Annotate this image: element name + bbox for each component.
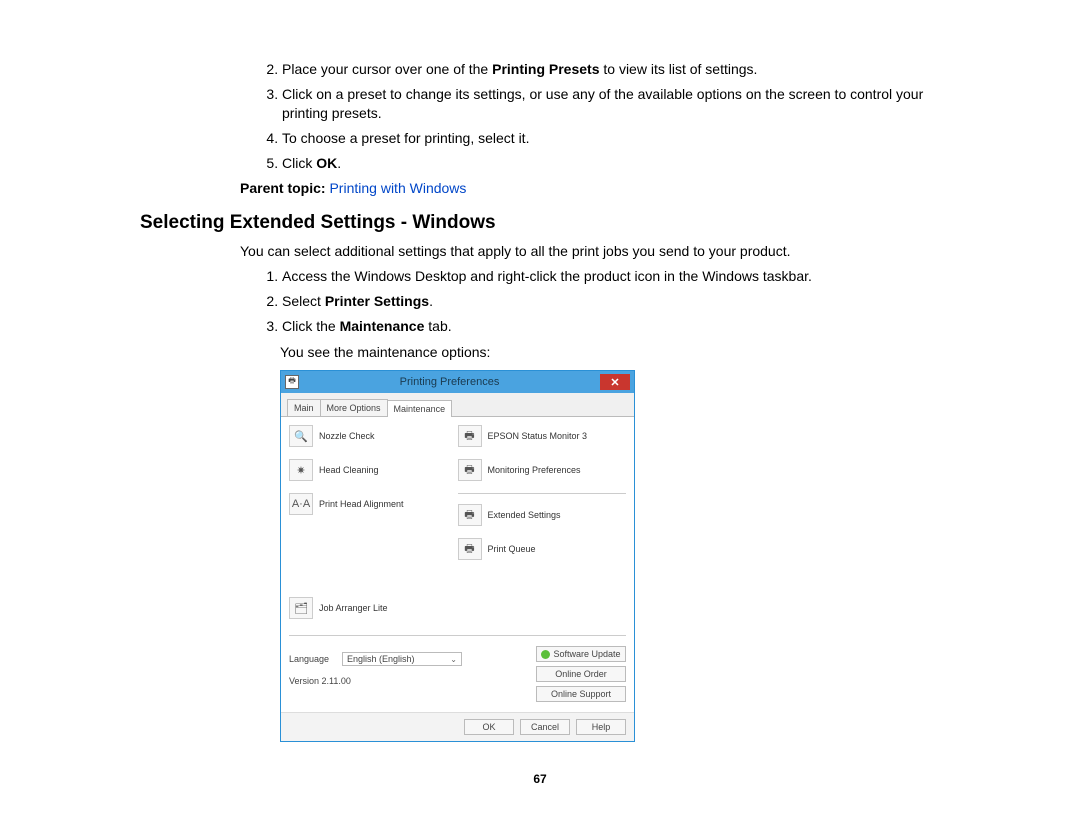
printer-icon: 🖶 bbox=[458, 504, 482, 526]
language-select[interactable]: English (English) ⌄ bbox=[342, 652, 462, 666]
extended-settings-button[interactable]: 🖶 Extended Settings bbox=[458, 504, 627, 526]
printing-preferences-dialog: 🖶 Printing Preferences ✕ Main More Optio… bbox=[280, 370, 635, 742]
list-item: Click on a preset to change its settings… bbox=[282, 85, 940, 123]
language-label: Language bbox=[289, 654, 334, 664]
parent-topic: Parent topic: Printing with Windows bbox=[240, 180, 940, 196]
list-item: Place your cursor over one of the Printi… bbox=[282, 60, 940, 79]
version-text: Version 2.11.00 bbox=[289, 676, 536, 686]
job-arranger-lite-button[interactable]: 🗂 Job Arranger Lite bbox=[289, 597, 458, 619]
window-icon: 🖶 bbox=[285, 375, 299, 389]
status-monitor-button[interactable]: 🖶 EPSON Status Monitor 3 bbox=[458, 425, 627, 447]
tab-maintenance[interactable]: Maintenance bbox=[387, 400, 453, 417]
close-button[interactable]: ✕ bbox=[600, 374, 630, 390]
head-cleaning-button[interactable]: ✷ Head Cleaning bbox=[289, 459, 458, 481]
printer-icon: 🖶 bbox=[458, 425, 482, 447]
instruction-list-second: Access the Windows Desktop and right-cli… bbox=[140, 267, 940, 336]
online-support-button[interactable]: Online Support bbox=[536, 686, 626, 702]
tab-more-options[interactable]: More Options bbox=[320, 399, 388, 416]
list-item: Access the Windows Desktop and right-cli… bbox=[282, 267, 940, 286]
print-queue-button[interactable]: 🖶 Print Queue bbox=[458, 538, 627, 560]
software-update-button[interactable]: Software Update bbox=[536, 646, 626, 662]
parent-topic-link[interactable]: Printing with Windows bbox=[329, 180, 466, 196]
parent-topic-label: Parent topic: bbox=[240, 180, 326, 196]
arranger-icon: 🗂 bbox=[289, 597, 313, 619]
instruction-list-top: Place your cursor over one of the Printi… bbox=[140, 60, 940, 172]
after-list-text: You see the maintenance options: bbox=[280, 344, 940, 360]
nozzle-check-button[interactable]: 🔍 Nozzle Check bbox=[289, 425, 458, 447]
tab-strip: Main More Options Maintenance bbox=[281, 393, 634, 416]
printer-icon: 🖶 bbox=[458, 538, 482, 560]
ok-button[interactable]: OK bbox=[464, 719, 514, 735]
divider bbox=[458, 493, 627, 494]
online-order-button[interactable]: Online Order bbox=[536, 666, 626, 682]
cancel-button[interactable]: Cancel bbox=[520, 719, 570, 735]
list-item: Click the Maintenance tab. bbox=[282, 317, 940, 336]
titlebar: 🖶 Printing Preferences ✕ bbox=[281, 371, 634, 393]
alignment-icon: A·A bbox=[289, 493, 313, 515]
monitoring-preferences-button[interactable]: 🖶 Monitoring Preferences bbox=[458, 459, 627, 481]
dialog-button-row: OK Cancel Help bbox=[281, 712, 634, 741]
list-item: To choose a preset for printing, select … bbox=[282, 129, 940, 148]
page-number: 67 bbox=[140, 772, 940, 786]
spray-icon: ✷ bbox=[289, 459, 313, 481]
tab-body: 🔍 Nozzle Check ✷ Head Cleaning A·A Print… bbox=[281, 416, 634, 712]
help-button[interactable]: Help bbox=[576, 719, 626, 735]
print-head-alignment-button[interactable]: A·A Print Head Alignment bbox=[289, 493, 458, 515]
list-item: Click OK. bbox=[282, 154, 940, 173]
list-item: Select Printer Settings. bbox=[282, 292, 940, 311]
update-icon bbox=[541, 650, 550, 659]
window-title: Printing Preferences bbox=[299, 376, 600, 388]
printer-icon: 🖶 bbox=[458, 459, 482, 481]
chevron-down-icon: ⌄ bbox=[450, 655, 457, 664]
section-heading: Selecting Extended Settings - Windows bbox=[140, 212, 940, 234]
divider bbox=[289, 635, 626, 636]
right-column: 🖶 EPSON Status Monitor 3 🖶 Monitoring Pr… bbox=[458, 425, 627, 631]
left-column: 🔍 Nozzle Check ✷ Head Cleaning A·A Print… bbox=[289, 425, 458, 631]
tab-main[interactable]: Main bbox=[287, 399, 321, 416]
intro-text: You can select additional settings that … bbox=[240, 242, 940, 261]
magnifier-icon: 🔍 bbox=[289, 425, 313, 447]
